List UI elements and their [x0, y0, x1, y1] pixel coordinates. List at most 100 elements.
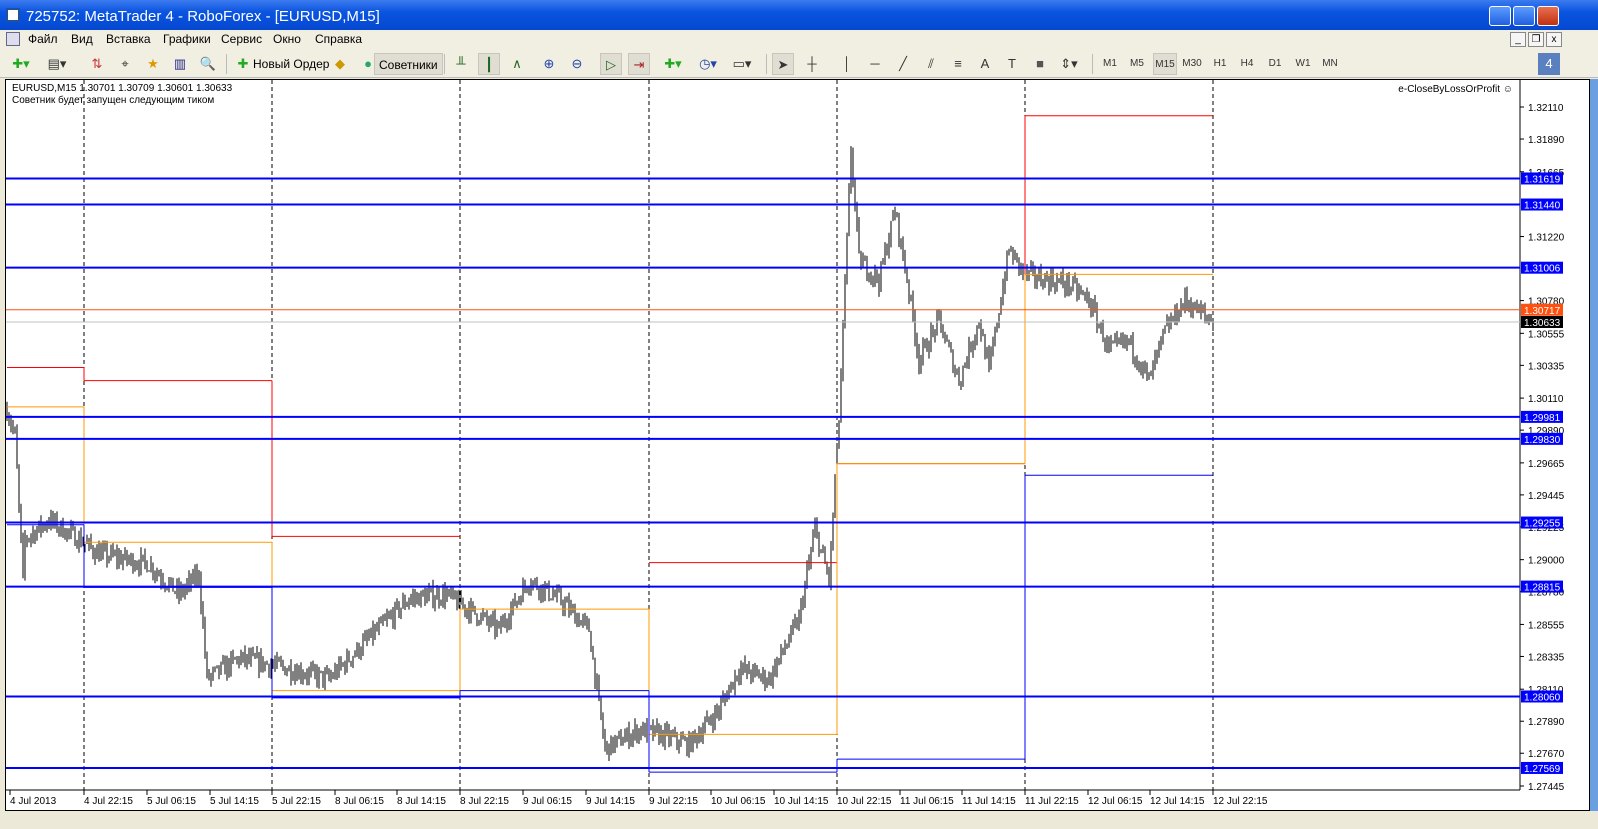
- price-tick-label: 1.31890: [1528, 135, 1565, 146]
- crosshair-icon[interactable]: ┼: [801, 53, 823, 75]
- vertical-line-icon[interactable]: │: [836, 53, 858, 75]
- level-price-label: 1.29830: [1524, 435, 1561, 446]
- terminal-icon[interactable]: ▥: [169, 53, 191, 75]
- timeframe-h4[interactable]: H4: [1235, 53, 1259, 75]
- bar-chart-icon[interactable]: ╨: [450, 53, 472, 75]
- price-chart[interactable]: 1.321101.318901.316651.312201.307801.305…: [5, 79, 1590, 811]
- horizontal-line-icon[interactable]: ─: [864, 53, 886, 75]
- level-price-label: 1.29255: [1524, 519, 1561, 530]
- favorites-icon[interactable]: ★: [142, 53, 164, 75]
- menu-tools[interactable]: Сервис: [221, 32, 262, 46]
- menu-charts[interactable]: Графики: [163, 32, 211, 46]
- timeframe-mn[interactable]: MN: [1318, 53, 1342, 75]
- chart-shift-icon[interactable]: ⇥: [628, 53, 650, 75]
- timeframe-h1[interactable]: H1: [1208, 53, 1232, 75]
- time-tick-label: 8 Jul 22:15: [460, 796, 509, 807]
- time-tick-label: 8 Jul 06:15: [335, 796, 384, 807]
- mdi-minimize-button[interactable]: _: [1510, 32, 1526, 47]
- app-icon: [6, 8, 20, 22]
- maximize-button[interactable]: [1513, 6, 1535, 26]
- price-tick-label: 1.29000: [1528, 556, 1565, 567]
- templates-icon[interactable]: ▭▾: [731, 53, 753, 75]
- time-tick-label: 5 Jul 14:15: [210, 796, 259, 807]
- price-tick-label: 1.30110: [1528, 394, 1564, 405]
- window-title: 725752: MetaTrader 4 - RoboForex - [EURU…: [26, 8, 380, 25]
- price-tick-label: 1.29445: [1528, 491, 1565, 502]
- time-tick-label: 9 Jul 22:15: [649, 796, 698, 807]
- chart-canvas: 1.321101.318901.316651.312201.307801.305…: [6, 80, 1565, 807]
- symbol-info: EURUSD,M15 1.30701 1.30709 1.30601 1.306…: [12, 83, 233, 94]
- level-price-label: 1.28815: [1524, 583, 1561, 594]
- market-watch-icon[interactable]: ⇅: [86, 53, 108, 75]
- warning-icon[interactable]: ◆: [329, 53, 351, 75]
- zoom-in-icon[interactable]: ⊕: [538, 53, 560, 75]
- time-tick-label: 5 Jul 22:15: [272, 796, 321, 807]
- fibonacci-icon[interactable]: ≡: [947, 53, 969, 75]
- cursor-icon[interactable]: ➤: [772, 53, 794, 75]
- title-bar: 725752: MetaTrader 4 - RoboForex - [EURU…: [0, 0, 1598, 30]
- notifications-badge[interactable]: 4: [1538, 53, 1560, 75]
- time-tick-label: 8 Jul 14:15: [397, 796, 446, 807]
- level-price-label: 1.31440: [1524, 201, 1561, 212]
- timeframe-m1[interactable]: M1: [1098, 53, 1122, 75]
- auto-scroll-icon[interactable]: ▷: [600, 53, 622, 75]
- new-chart-icon[interactable]: ✚▾: [10, 53, 32, 75]
- trendline-icon[interactable]: ╱: [892, 53, 914, 75]
- menu-view[interactable]: Вид: [71, 32, 93, 46]
- timeframe-m5[interactable]: M5: [1125, 53, 1149, 75]
- line-chart-icon[interactable]: ∧: [506, 53, 528, 75]
- strategy-tester-icon[interactable]: 🔍: [197, 53, 219, 75]
- smiley-icon: ☺: [1502, 84, 1513, 95]
- time-tick-label: 10 Jul 22:15: [837, 796, 892, 807]
- timeframe-w1[interactable]: W1: [1291, 53, 1315, 75]
- menu-insert[interactable]: Вставка: [106, 32, 151, 46]
- time-tick-label: 9 Jul 14:15: [586, 796, 635, 807]
- navigator-icon[interactable]: ⌖: [114, 53, 136, 75]
- time-tick-label: 12 Jul 14:15: [1150, 796, 1205, 807]
- price-tick-label: 1.27670: [1528, 749, 1565, 760]
- chart-doc-icon: [6, 32, 20, 46]
- price-tag-label: 1.30717: [1524, 306, 1561, 317]
- new-order-button[interactable]: Новый Ордер: [249, 53, 333, 75]
- arrows-icon[interactable]: ⇕▾: [1058, 53, 1080, 75]
- time-tick-label: 5 Jul 06:15: [147, 796, 196, 807]
- price-tick-label: 1.32110: [1528, 103, 1564, 114]
- menu-window[interactable]: Окно: [273, 32, 301, 46]
- timeframe-m15[interactable]: M15: [1153, 53, 1177, 75]
- timeframe-m30[interactable]: M30: [1180, 53, 1204, 75]
- experts-button[interactable]: Советники: [374, 53, 443, 75]
- periods-icon[interactable]: ◷▾: [697, 53, 719, 75]
- chart-info: EURUSD,M15 1.30701 1.30709 1.30601 1.306…: [12, 83, 232, 107]
- zoom-out-icon[interactable]: ⊖: [566, 53, 588, 75]
- price-tag-label: 1.30633: [1524, 318, 1561, 329]
- expert-status: Советник будет запущен следующим тиком: [12, 95, 215, 106]
- mdi-restore-button[interactable]: ❐: [1528, 32, 1544, 47]
- time-tick-label: 12 Jul 22:15: [1213, 796, 1268, 807]
- price-tick-label: 1.28555: [1528, 620, 1565, 631]
- mdi-close-button[interactable]: x: [1546, 32, 1562, 47]
- minimize-button[interactable]: [1489, 6, 1511, 26]
- equidistant-channel-icon[interactable]: ⫽: [920, 53, 942, 75]
- price-tick-label: 1.31220: [1528, 233, 1565, 244]
- timeframe-d1[interactable]: D1: [1263, 53, 1287, 75]
- time-tick-label: 11 Jul 22:15: [1025, 796, 1079, 807]
- time-tick-label: 4 Jul 2013: [10, 796, 57, 807]
- time-tick-label: 10 Jul 06:15: [711, 796, 766, 807]
- indicators-icon[interactable]: ✚▾: [662, 53, 684, 75]
- price-tick-label: 1.29665: [1528, 459, 1565, 470]
- menu-file[interactable]: Файл: [28, 32, 58, 46]
- level-price-label: 1.28060: [1524, 692, 1561, 703]
- profiles-icon[interactable]: ▤▾: [46, 53, 68, 75]
- time-tick-label: 11 Jul 14:15: [962, 796, 1016, 807]
- expert-label[interactable]: e-CloseByLossOrProfit ☺: [1398, 84, 1513, 95]
- rectangle-icon[interactable]: ■: [1029, 53, 1051, 75]
- time-tick-label: 10 Jul 14:15: [774, 796, 829, 807]
- candlestick-icon[interactable]: ┃: [478, 53, 500, 75]
- text-label-icon[interactable]: T: [1001, 53, 1023, 75]
- close-button[interactable]: [1537, 6, 1559, 26]
- expert-name: e-CloseByLossOrProfit: [1398, 84, 1500, 95]
- menu-help[interactable]: Справка: [315, 32, 362, 46]
- price-tick-label: 1.28335: [1528, 652, 1565, 663]
- text-icon[interactable]: A: [974, 53, 996, 75]
- price-tick-label: 1.27445: [1528, 782, 1565, 793]
